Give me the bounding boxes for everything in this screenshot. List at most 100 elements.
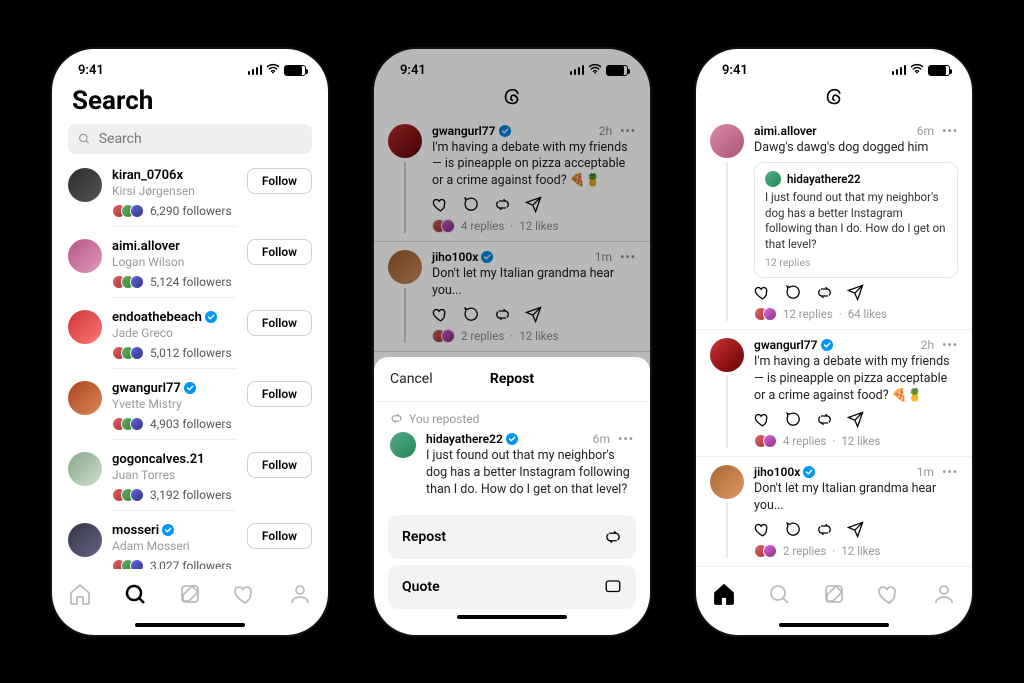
user-row[interactable]: kiran_0706x Kirsi Jørgensen 6,290 follow… [52, 160, 328, 231]
more-icon[interactable]: ••• [942, 465, 958, 479]
display-name: Juan Torres [112, 468, 237, 482]
avatar[interactable] [390, 432, 416, 458]
verified-icon [506, 433, 518, 445]
post-stats[interactable]: 12 replies·64 likes [754, 307, 958, 321]
follow-button[interactable]: Follow [247, 523, 312, 549]
follow-button[interactable]: Follow [247, 310, 312, 336]
status-time: 9:41 [78, 63, 104, 78]
post-time: 1m [917, 465, 934, 479]
repost-button[interactable] [816, 284, 833, 301]
search-icon [78, 132, 91, 146]
tab-bar [52, 569, 328, 619]
user-row[interactable]: endoathebeach Jade Greco 5,012 followers… [52, 302, 328, 373]
tab-home[interactable] [712, 582, 736, 606]
follow-button[interactable]: Follow [247, 168, 312, 194]
battery-icon [284, 65, 306, 76]
more-icon[interactable]: ••• [618, 432, 634, 446]
quote-button[interactable]: Quote [388, 565, 636, 609]
avatar[interactable] [710, 124, 744, 158]
share-button[interactable] [847, 284, 864, 301]
tab-profile[interactable] [932, 582, 956, 606]
wifi-icon [910, 63, 924, 78]
post-username[interactable]: jiho100x [754, 465, 800, 479]
tab-home[interactable] [68, 582, 92, 606]
followers-meta: 3,192 followers [112, 488, 237, 511]
sheet-header: Cancel Repost [374, 357, 650, 402]
tab-search[interactable] [123, 582, 147, 606]
share-button[interactable] [847, 411, 864, 428]
username[interactable]: kiran_0706x [112, 168, 183, 183]
avatar[interactable] [710, 465, 744, 499]
follow-button[interactable]: Follow [247, 239, 312, 265]
repost-icon [390, 412, 403, 425]
avatar[interactable] [710, 338, 744, 372]
username[interactable]: endoathebeach [112, 310, 202, 325]
home-indicator[interactable] [135, 623, 245, 627]
avatar[interactable] [68, 523, 102, 557]
tab-compose[interactable] [822, 582, 846, 606]
reposted-label: You reposted [374, 402, 650, 426]
signal-icon [248, 65, 263, 75]
repost-icon [604, 528, 622, 546]
repost-button[interactable] [816, 411, 833, 428]
follower-avatars [112, 204, 144, 218]
like-button[interactable] [754, 521, 771, 538]
followers-count: 5,124 followers [150, 275, 232, 289]
more-icon[interactable]: ••• [942, 338, 958, 352]
tab-activity[interactable] [233, 582, 257, 606]
quote-card[interactable]: hidayathere22 I just found out that my n… [754, 162, 958, 278]
cancel-button[interactable]: Cancel [390, 371, 433, 387]
search-results[interactable]: kiran_0706x Kirsi Jørgensen 6,290 follow… [52, 160, 328, 569]
post-username[interactable]: aimi.allover [754, 124, 817, 138]
avatar[interactable] [68, 168, 102, 202]
comment-button[interactable] [785, 284, 802, 301]
user-row[interactable]: mosseri Adam Mosseri 3,027 followers Fol… [52, 515, 328, 569]
username[interactable]: gwangurl77 [112, 381, 181, 396]
comment-button[interactable] [785, 521, 802, 538]
post-actions [754, 521, 958, 538]
followers-count: 3,192 followers [150, 488, 232, 502]
avatar [765, 171, 781, 187]
home-indicator[interactable] [457, 615, 567, 619]
status-time: 9:41 [722, 63, 748, 78]
search-field[interactable] [68, 124, 312, 154]
more-icon[interactable]: ••• [942, 124, 958, 138]
home-indicator[interactable] [779, 623, 889, 627]
share-button[interactable] [847, 521, 864, 538]
post-username[interactable]: gwangurl77 [754, 338, 818, 352]
username[interactable]: gogoncalves.21 [112, 452, 205, 467]
post[interactable]: jiho100x 1m ••• Don't let my Italian gra… [696, 457, 972, 567]
like-button[interactable] [754, 411, 771, 428]
tab-compose[interactable] [178, 582, 202, 606]
avatar[interactable] [68, 239, 102, 273]
follow-button[interactable]: Follow [247, 381, 312, 407]
user-row[interactable]: aimi.allover Logan Wilson 5,124 follower… [52, 231, 328, 302]
post[interactable]: gwangurl77 2h ••• I'm having a debate wi… [696, 330, 972, 457]
user-row[interactable]: gogoncalves.21 Juan Torres 3,192 followe… [52, 444, 328, 515]
followers-count: 6,290 followers [150, 204, 232, 218]
like-button[interactable] [754, 284, 771, 301]
repost-button[interactable] [816, 521, 833, 538]
tab-search[interactable] [767, 582, 791, 606]
post-stats[interactable]: 4 replies·12 likes [754, 434, 958, 448]
display-name: Kirsi Jørgensen [112, 184, 237, 198]
post[interactable]: aimi.allover 6m ••• Dawg's dawg's dog do… [696, 116, 972, 331]
avatar[interactable] [68, 381, 102, 415]
tab-activity[interactable] [877, 582, 901, 606]
tab-profile[interactable] [288, 582, 312, 606]
avatar[interactable] [68, 310, 102, 344]
search-input[interactable] [99, 131, 302, 147]
phone-feed-screen: 9:41 aimi.allover 6m ••• Dawg's dawg's d… [694, 47, 974, 637]
follow-button[interactable]: Follow [247, 452, 312, 478]
feed[interactable]: aimi.allover 6m ••• Dawg's dawg's dog do… [696, 116, 972, 569]
follower-avatars [112, 488, 144, 502]
repost-button[interactable]: Repost [388, 515, 636, 559]
verified-icon [162, 524, 174, 536]
avatar[interactable] [68, 452, 102, 486]
comment-button[interactable] [785, 411, 802, 428]
username[interactable]: aimi.allover [112, 239, 180, 254]
user-row[interactable]: gwangurl77 Yvette Mistry 4,903 followers… [52, 373, 328, 444]
post-username[interactable]: hidayathere22 [426, 432, 503, 446]
post-stats[interactable]: 2 replies·12 likes [754, 544, 958, 558]
username[interactable]: mosseri [112, 523, 159, 538]
